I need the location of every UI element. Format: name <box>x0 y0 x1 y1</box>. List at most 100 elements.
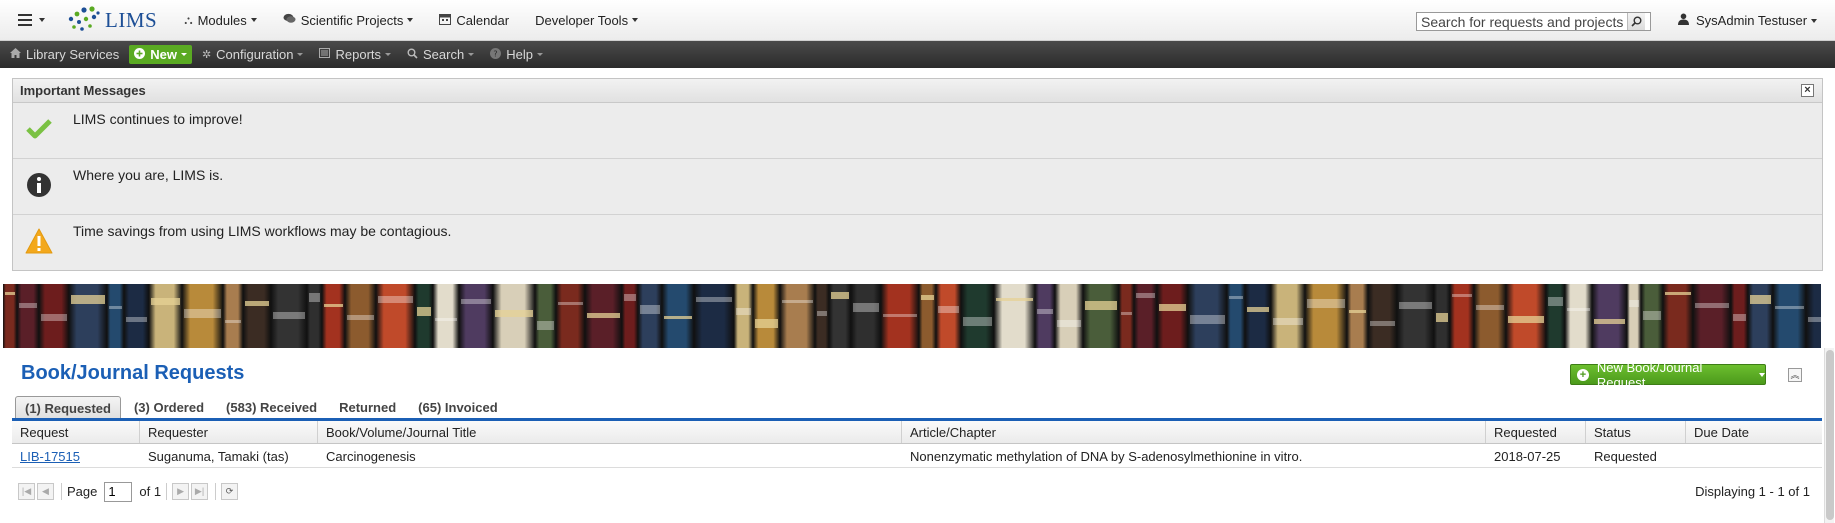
cell-due-date <box>1686 444 1822 467</box>
main-menu-button[interactable] <box>18 14 45 26</box>
message-info: Where you are, LIMS is. <box>13 159 1822 215</box>
book-spine <box>271 284 307 348</box>
chevron-down-icon <box>385 53 392 56</box>
book-band <box>853 303 879 312</box>
book-spine <box>1450 284 1474 348</box>
book-spine <box>1663 284 1693 348</box>
book-spine <box>1434 284 1450 348</box>
book-band <box>347 315 374 320</box>
cell-request: LIB-17515 <box>12 444 140 467</box>
book-band <box>782 300 813 303</box>
book-band <box>1643 311 1661 320</box>
book-spine <box>1731 284 1748 348</box>
plus-circle-icon <box>134 47 146 62</box>
check-icon <box>26 119 52 139</box>
book-spine <box>622 284 638 348</box>
book-spine <box>345 284 376 348</box>
next-page-icon: ▶ <box>177 486 185 496</box>
book-band <box>245 301 269 306</box>
page-count: of 1 <box>139 484 162 499</box>
close-messages-button[interactable]: × <box>1801 84 1814 97</box>
page-number-input[interactable] <box>104 481 133 502</box>
book-band <box>537 321 554 330</box>
book-band <box>5 292 15 295</box>
book-band <box>1057 320 1081 327</box>
menu-modules-label: Modules <box>197 12 247 28</box>
book-spine <box>815 284 829 348</box>
book-band <box>558 302 583 305</box>
reports-menu[interactable]: Reports <box>313 41 397 68</box>
book-band <box>184 309 221 318</box>
user-menu[interactable]: SysAdmin Testuser <box>1678 0 1818 41</box>
prev-page-button[interactable]: ◀ <box>37 483 54 500</box>
book-band <box>1370 321 1395 326</box>
tab-requested[interactable]: (1) Requested <box>15 396 121 418</box>
book-spine <box>223 284 243 348</box>
book-band <box>324 304 343 307</box>
new-request-label: New Book/Journal Request <box>1596 359 1703 390</box>
request-link[interactable]: LIB-17515 <box>20 449 80 464</box>
new-menu-button[interactable]: New <box>129 45 192 64</box>
configuration-menu[interactable]: ✲ Configuration <box>196 41 310 68</box>
last-page-button[interactable]: ▶| <box>191 483 209 500</box>
book-spine <box>107 284 124 348</box>
chevron-down-icon <box>407 18 414 22</box>
message-warning: Time savings from using LIMS workflows m… <box>13 215 1822 271</box>
cell-requester: Suganuma, Tamaki (tas) <box>148 449 289 464</box>
bookshelf-banner <box>3 284 1821 348</box>
menu-developer-tools[interactable]: Developer Tools <box>522 0 651 41</box>
column-header-status[interactable]: Status <box>1586 421 1686 443</box>
book-band <box>1037 309 1053 314</box>
messages-header: Important Messages × <box>13 79 1822 103</box>
library-services-link[interactable]: Library Services <box>4 41 125 68</box>
column-header-requested[interactable]: Requested <box>1486 421 1586 443</box>
book-band <box>1159 304 1186 311</box>
menu-scientific-projects[interactable]: Scientific Projects <box>270 0 427 41</box>
page-scrollbar[interactable] <box>1824 348 1834 523</box>
book-band <box>817 311 827 316</box>
display-count: Displaying 1 - 1 of 1 <box>1695 484 1810 499</box>
new-menu-label: New <box>150 47 177 62</box>
menu-calendar[interactable]: Calendar <box>426 0 522 41</box>
first-page-button[interactable]: |◀ <box>18 483 35 500</box>
next-page-button[interactable]: ▶ <box>172 483 190 500</box>
book-band <box>664 316 692 319</box>
refresh-button[interactable]: ⟳ <box>221 483 239 500</box>
book-spine <box>1506 284 1546 348</box>
new-request-button[interactable]: + New Book/Journal Request <box>1570 360 1766 390</box>
column-header-article[interactable]: Article/Chapter <box>902 421 1486 443</box>
scrollbar-thumb[interactable] <box>1826 350 1834 520</box>
help-menu[interactable]: ? Help <box>484 41 549 68</box>
book-spine <box>1227 284 1245 348</box>
tab-invoiced[interactable]: (65) Invoiced <box>409 396 506 418</box>
reports-label: Reports <box>335 47 382 62</box>
table-row[interactable]: LIB-17515 Suganuma, Tamaki (tas) Carcino… <box>12 444 1822 468</box>
tab-ordered[interactable]: (3) Ordered <box>125 396 213 418</box>
book-spine <box>638 284 662 348</box>
table-header: Request Requester Book/Volume/Journal Ti… <box>12 421 1822 444</box>
book-spine <box>585 284 622 348</box>
book-spine <box>322 284 345 348</box>
tab-received[interactable]: (583) Received <box>217 396 326 418</box>
column-header-requester[interactable]: Requester <box>140 421 318 443</box>
global-search-input[interactable] <box>1417 13 1627 30</box>
configuration-label: Configuration <box>216 47 294 62</box>
lims-logo[interactable]: LIMS <box>65 0 157 41</box>
global-search-button[interactable] <box>1627 13 1645 30</box>
menu-modules[interactable]: ⛬ Modules <box>171 0 270 41</box>
collapse-panel-button[interactable]: ︽ <box>1788 368 1802 382</box>
column-header-title[interactable]: Book/Volume/Journal Title <box>318 421 902 443</box>
book-spine <box>1592 284 1627 348</box>
book-spine <box>535 284 556 348</box>
search-menu[interactable]: Search <box>401 41 480 68</box>
book-band <box>1307 299 1345 308</box>
info-icon <box>27 173 51 197</box>
logo-dots-icon <box>68 6 100 31</box>
column-header-due-date[interactable]: Due Date <box>1686 421 1822 443</box>
book-spine <box>39 284 69 348</box>
book-spine <box>1083 284 1119 348</box>
column-header-request[interactable]: Request <box>12 421 140 443</box>
tab-returned[interactable]: Returned <box>330 396 405 418</box>
book-spine <box>881 284 919 348</box>
book-spine <box>124 284 149 348</box>
